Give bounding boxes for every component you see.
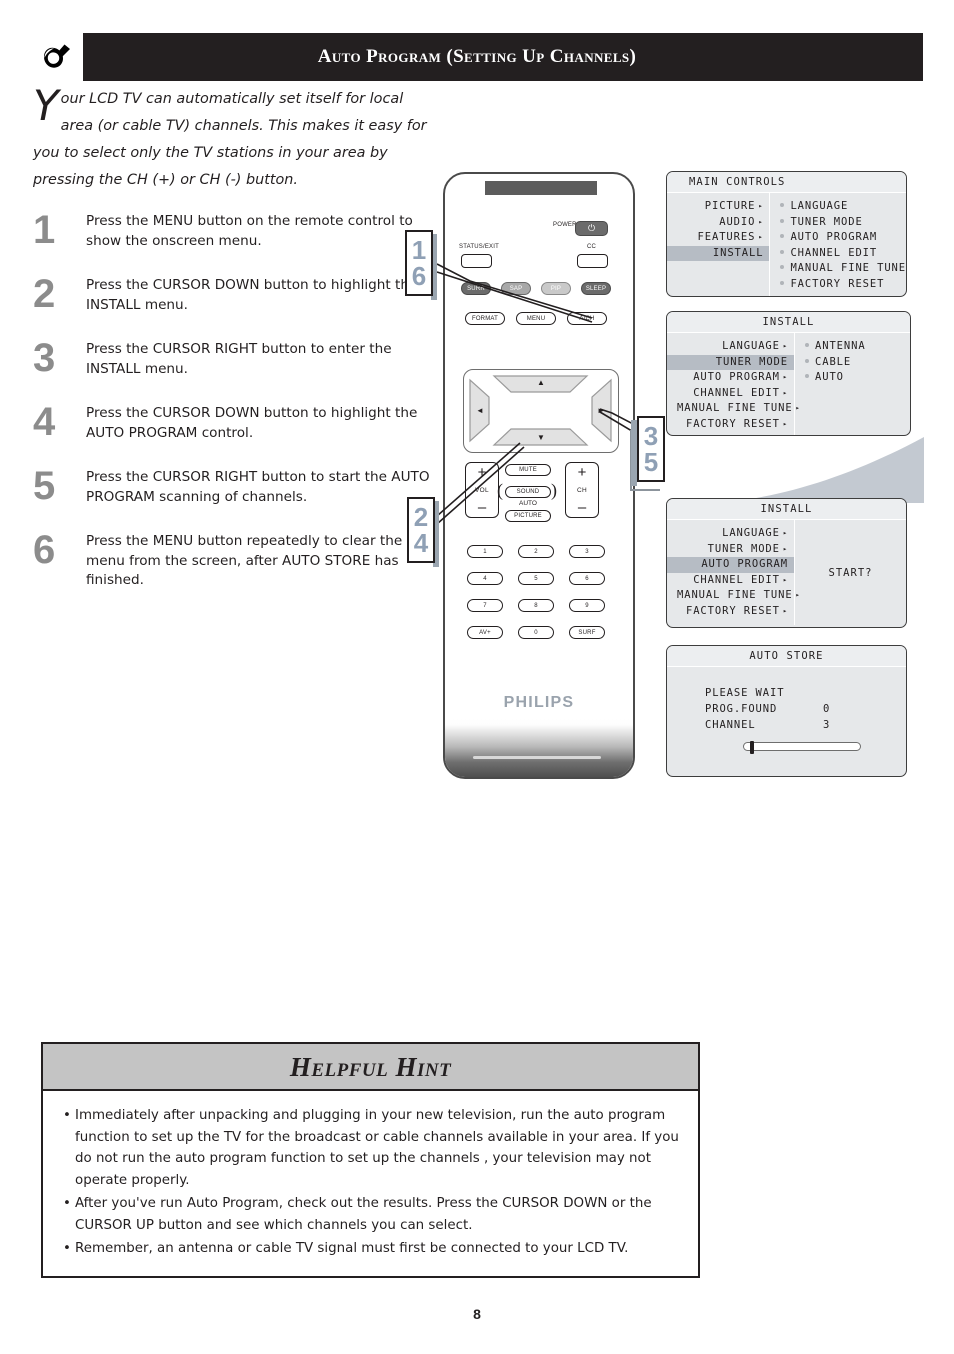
- callout-number-top: 3: [643, 421, 659, 451]
- callout-cursor-right: 3 5: [637, 416, 665, 482]
- bullet-icon: •: [63, 1196, 71, 1211]
- bullet-icon: •: [63, 1241, 71, 1256]
- bullet-icon: •: [63, 1108, 71, 1123]
- hint-bullet-text: Remember, an antenna or cable TV signal …: [75, 1241, 629, 1256]
- callout-number-bottom: 6: [411, 261, 427, 291]
- callout-number-top: 1: [411, 235, 427, 265]
- callout-number-bottom: 5: [643, 447, 659, 477]
- callout-leader-lines: [436, 263, 660, 525]
- callout-cursor-down: 2 4: [407, 497, 435, 563]
- hint-bullet-text: After you've run Auto Program, check out…: [75, 1196, 608, 1211]
- list-item: • Immediately after unpacking and pluggi…: [61, 1105, 682, 1191]
- hint-bullet-text: Immediately after unpacking and plugging…: [75, 1108, 679, 1188]
- helpful-hint-title: Helpful Hint: [43, 1044, 698, 1091]
- callout-menu-button: 1 6: [405, 230, 433, 296]
- helpful-hint-body: • Immediately after unpacking and pluggi…: [43, 1091, 698, 1276]
- callout-number-bottom: 4: [413, 528, 429, 558]
- list-item: • After you've run Auto Program, check o…: [61, 1193, 682, 1236]
- page-number: 8: [473, 1306, 481, 1322]
- callout-number-top: 2: [413, 502, 429, 532]
- list-item: • Remember, an antenna or cable TV signa…: [61, 1238, 682, 1260]
- helpful-hint-box: Helpful Hint • Immediately after unpacki…: [41, 1042, 700, 1278]
